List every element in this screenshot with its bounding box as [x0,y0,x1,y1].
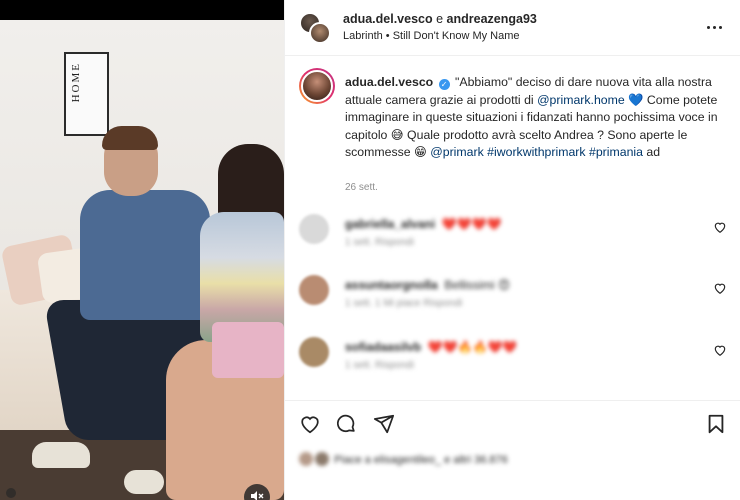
wall-art-text: HOME [70,62,82,103]
heart-icon[interactable] [713,220,727,234]
likes-text: Piace a elisagentileo_ e altri 36.876 [334,454,508,466]
avatar [315,452,329,466]
bookmark-icon[interactable] [705,413,727,435]
more-options-button[interactable] [707,18,727,32]
heart-icon[interactable] [713,281,727,295]
comment-text: ❤️❤️❤️❤️ [441,217,502,231]
caption-suffix: ad [642,145,661,159]
avatar [299,452,313,466]
media-man-hair [102,126,158,150]
hashtag-link[interactable]: #iworkwithprimark [487,145,585,159]
collab-avatars[interactable] [299,12,331,44]
post-actions-bar [285,400,740,444]
caption-text: adua.del.vesco ✓ "Abbiamo" deciso di dar… [345,74,735,162]
comment-meta[interactable]: 1 sett. Rispondi [345,360,414,371]
comment-text: ❤️❤️🔥🔥❤️❤️ [427,340,518,354]
comment-avatar[interactable] [299,275,329,305]
sound-off-icon [251,491,264,500]
media-top-bar [0,0,284,20]
post-panel: adua.del.vesco e andreazenga93 Labrinth … [284,0,740,500]
collab-usernames: adua.del.vesco e andreazenga93 [343,12,537,26]
share-icon[interactable] [373,413,395,435]
media-woman-skirt [212,322,284,378]
comment-icon[interactable] [335,413,357,435]
music-label[interactable]: Labrinth • Still Don't Know My Name [343,30,520,42]
comment-username[interactable]: gabriella_alvani [345,217,435,231]
mention-link[interactable]: @primark.home [537,93,625,107]
caption-avatar[interactable] [299,68,335,104]
comment-avatar[interactable] [299,337,329,367]
comment-item: gabriella_alvani ❤️❤️❤️❤️ 1 sett. Rispon… [299,214,729,254]
wall-art-frame: HOME [64,52,109,136]
media-shoe [32,442,90,468]
media-man-body [80,190,210,320]
comment-body: gabriella_alvani ❤️❤️❤️❤️ [345,217,501,231]
username-link[interactable]: adua.del.vesco [343,12,433,26]
comment-username[interactable]: sofiadaasilvb [345,340,421,354]
comment-text: Bellissimi 😍 [444,278,511,292]
heart-icon[interactable] [299,413,321,435]
username-joiner: e [436,12,444,26]
comment-meta[interactable]: 1 sett. Rispondi [345,237,414,248]
heart-icon[interactable] [713,343,727,357]
comment-item: assuntaorgnolla Bellissimi 😍 1 sett. 1 M… [299,275,729,315]
username-link[interactable]: andreazenga93 [447,12,537,26]
comment-avatar[interactable] [299,214,329,244]
tag-dot-button[interactable] [6,488,16,498]
likes-summary[interactable]: Piace a elisagentileo_ e altri 36.876 [299,452,729,468]
avatar [309,22,331,44]
comment-body: sofiadaasilvb ❤️❤️🔥🔥❤️❤️ [345,340,517,354]
media-shoe [124,470,164,494]
comment-meta[interactable]: 1 sett. 1 Mi piace Rispondi [345,298,462,309]
verified-badge-icon: ✓ [438,79,450,90]
comment-body: assuntaorgnolla Bellissimi 😍 [345,278,510,292]
more-icon [707,18,725,32]
caption-username[interactable]: adua.del.vesco [345,75,433,89]
comment-username[interactable]: assuntaorgnolla [345,278,438,292]
post-date[interactable]: 26 sett. [345,182,378,193]
hashtag-link[interactable]: #primania [589,145,643,159]
post-media[interactable]: HOME [0,0,284,500]
mention-link[interactable]: @primark [430,145,483,159]
post-header: adua.del.vesco e andreazenga93 Labrinth … [285,0,740,56]
comment-item: sofiadaasilvb ❤️❤️🔥🔥❤️❤️ 1 sett. Rispond… [299,337,729,377]
